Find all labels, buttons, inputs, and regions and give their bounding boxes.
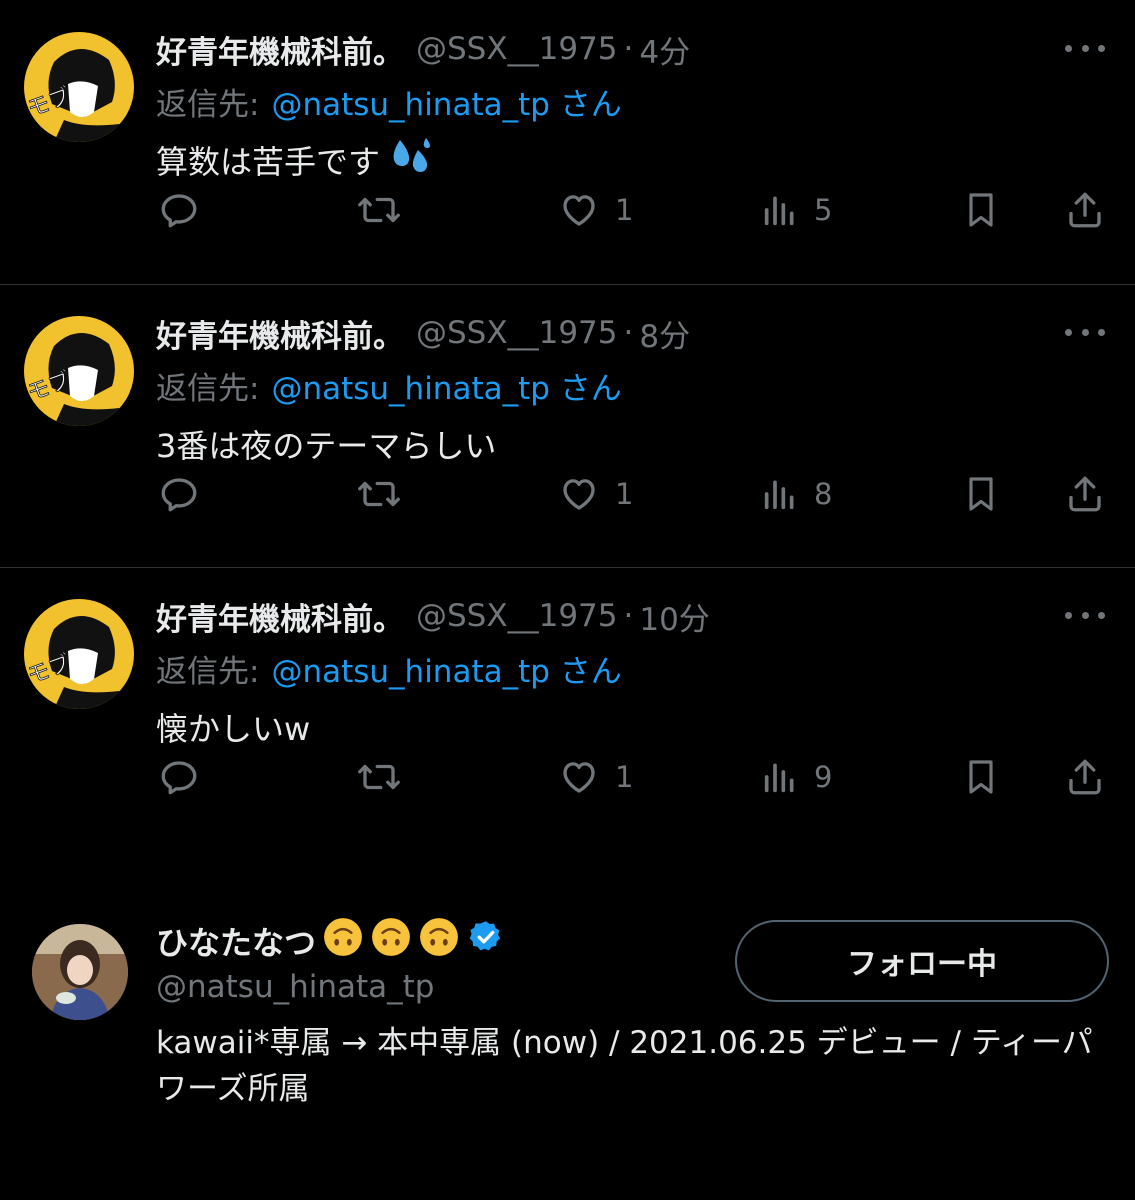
user-avatar[interactable]: モブ <box>24 599 134 709</box>
share-icon <box>1069 759 1101 795</box>
like-button[interactable]: 1 <box>557 464 633 524</box>
views-icon <box>764 480 794 510</box>
verified-icon <box>468 919 504 963</box>
tweet-text: 3番は夜のテーマらしい <box>156 427 497 465</box>
tweet-text: 算数は苦手です <box>156 143 381 181</box>
profile-card[interactable]: ひなたなつ @natsu_hinata_tp フォロー中 kawaii*専属 →… <box>0 900 1135 1200</box>
retweet-icon <box>358 481 400 507</box>
reply-label: 返信先: <box>156 86 260 123</box>
timestamp[interactable]: 4分 <box>639 27 690 72</box>
views-count: 8 <box>814 477 833 511</box>
user-handle[interactable]: @SSX__1975 <box>416 315 618 351</box>
profile-bio: kawaii*専属 → 本中専属 (now) / 2021.06.25 デビュー… <box>156 1025 1093 1107</box>
tweet-text: 懐かしいw <box>156 710 311 748</box>
display-name[interactable]: 好青年機械科前。 <box>156 27 404 72</box>
tweet[interactable]: モブ 好青年機械科前。 @SSX__1975 · 8分 返信先: @natsu_… <box>0 284 1135 568</box>
profile-avatar[interactable] <box>32 924 128 1020</box>
reply-button[interactable] <box>158 464 214 524</box>
profile-handle[interactable]: @natsu_hinata_tp <box>156 964 435 1010</box>
retweet-button[interactable] <box>356 180 416 240</box>
views-button[interactable]: 5 <box>760 180 832 240</box>
bookmark-icon <box>969 193 993 227</box>
retweet-icon <box>358 197 400 223</box>
share-button[interactable] <box>1064 747 1106 807</box>
tweet[interactable]: モブ 好青年機械科前。 @SSX__1975 · 10分 返信先: @natsu… <box>0 567 1135 851</box>
reply-icon <box>161 478 197 512</box>
user-avatar[interactable]: モブ <box>24 32 134 142</box>
display-name[interactable]: 好青年機械科前。 <box>156 594 404 639</box>
reply-target-link[interactable]: @natsu_hinata_tp さん <box>271 363 621 408</box>
views-count: 5 <box>814 193 833 227</box>
user-handle[interactable]: @SSX__1975 <box>416 31 618 67</box>
views-count: 9 <box>814 760 833 794</box>
reply-label: 返信先: <box>156 653 260 690</box>
share-button[interactable] <box>1064 464 1106 524</box>
avatar-text: モブ <box>24 368 74 407</box>
like-button[interactable]: 1 <box>557 180 633 240</box>
bookmark-button[interactable] <box>961 180 1001 240</box>
views-icon <box>764 763 794 793</box>
separator: · <box>623 598 634 634</box>
profile-display-name[interactable]: ひなたなつ <box>156 918 316 964</box>
upside-down-face-emoji <box>322 916 364 966</box>
reply-button[interactable] <box>158 180 214 240</box>
like-count: 1 <box>615 193 634 227</box>
like-button[interactable]: 1 <box>557 747 633 807</box>
views-icon <box>764 196 794 226</box>
more-icon[interactable] <box>1065 36 1105 60</box>
upside-down-face-emoji <box>370 916 412 966</box>
bookmark-icon <box>969 760 993 794</box>
views-button[interactable]: 9 <box>760 747 832 807</box>
bookmark-icon <box>969 477 993 511</box>
share-icon <box>1069 476 1101 512</box>
following-button[interactable]: フォロー中 <box>735 920 1109 1002</box>
separator: · <box>623 31 634 67</box>
reply-target-link[interactable]: @natsu_hinata_tp さん <box>271 646 621 691</box>
display-name[interactable]: 好青年機械科前。 <box>156 311 404 356</box>
tweet[interactable]: モブ 好青年機械科前。 @SSX__1975 · 4分 返信先: @natsu_… <box>0 0 1135 284</box>
bookmark-button[interactable] <box>961 464 1001 524</box>
reply-button[interactable] <box>158 747 214 807</box>
like-icon <box>563 479 595 510</box>
more-icon[interactable] <box>1065 603 1105 627</box>
reply-label: 返信先: <box>156 370 260 407</box>
views-button[interactable]: 8 <box>760 464 832 524</box>
upside-down-face-emoji <box>418 916 460 966</box>
timestamp[interactable]: 10分 <box>639 594 709 639</box>
retweet-icon <box>358 764 400 790</box>
like-icon <box>563 195 595 226</box>
separator: · <box>623 315 634 351</box>
like-count: 1 <box>615 477 634 511</box>
reply-icon <box>161 194 197 228</box>
reply-target-link[interactable]: @natsu_hinata_tp さん <box>271 79 621 124</box>
like-count: 1 <box>615 760 634 794</box>
share-icon <box>1069 192 1101 228</box>
sweat-droplets-emoji <box>388 136 432 184</box>
bookmark-button[interactable] <box>961 747 1001 807</box>
timestamp[interactable]: 8分 <box>639 311 690 356</box>
reply-icon <box>161 761 197 795</box>
user-avatar[interactable]: モブ <box>24 316 134 426</box>
avatar-text: モブ <box>24 651 74 690</box>
retweet-button[interactable] <box>356 464 416 524</box>
more-icon[interactable] <box>1065 320 1105 344</box>
avatar-text: モブ <box>24 84 74 123</box>
like-icon <box>563 762 595 793</box>
retweet-button[interactable] <box>356 747 416 807</box>
user-handle[interactable]: @SSX__1975 <box>416 598 618 634</box>
share-button[interactable] <box>1064 180 1106 240</box>
